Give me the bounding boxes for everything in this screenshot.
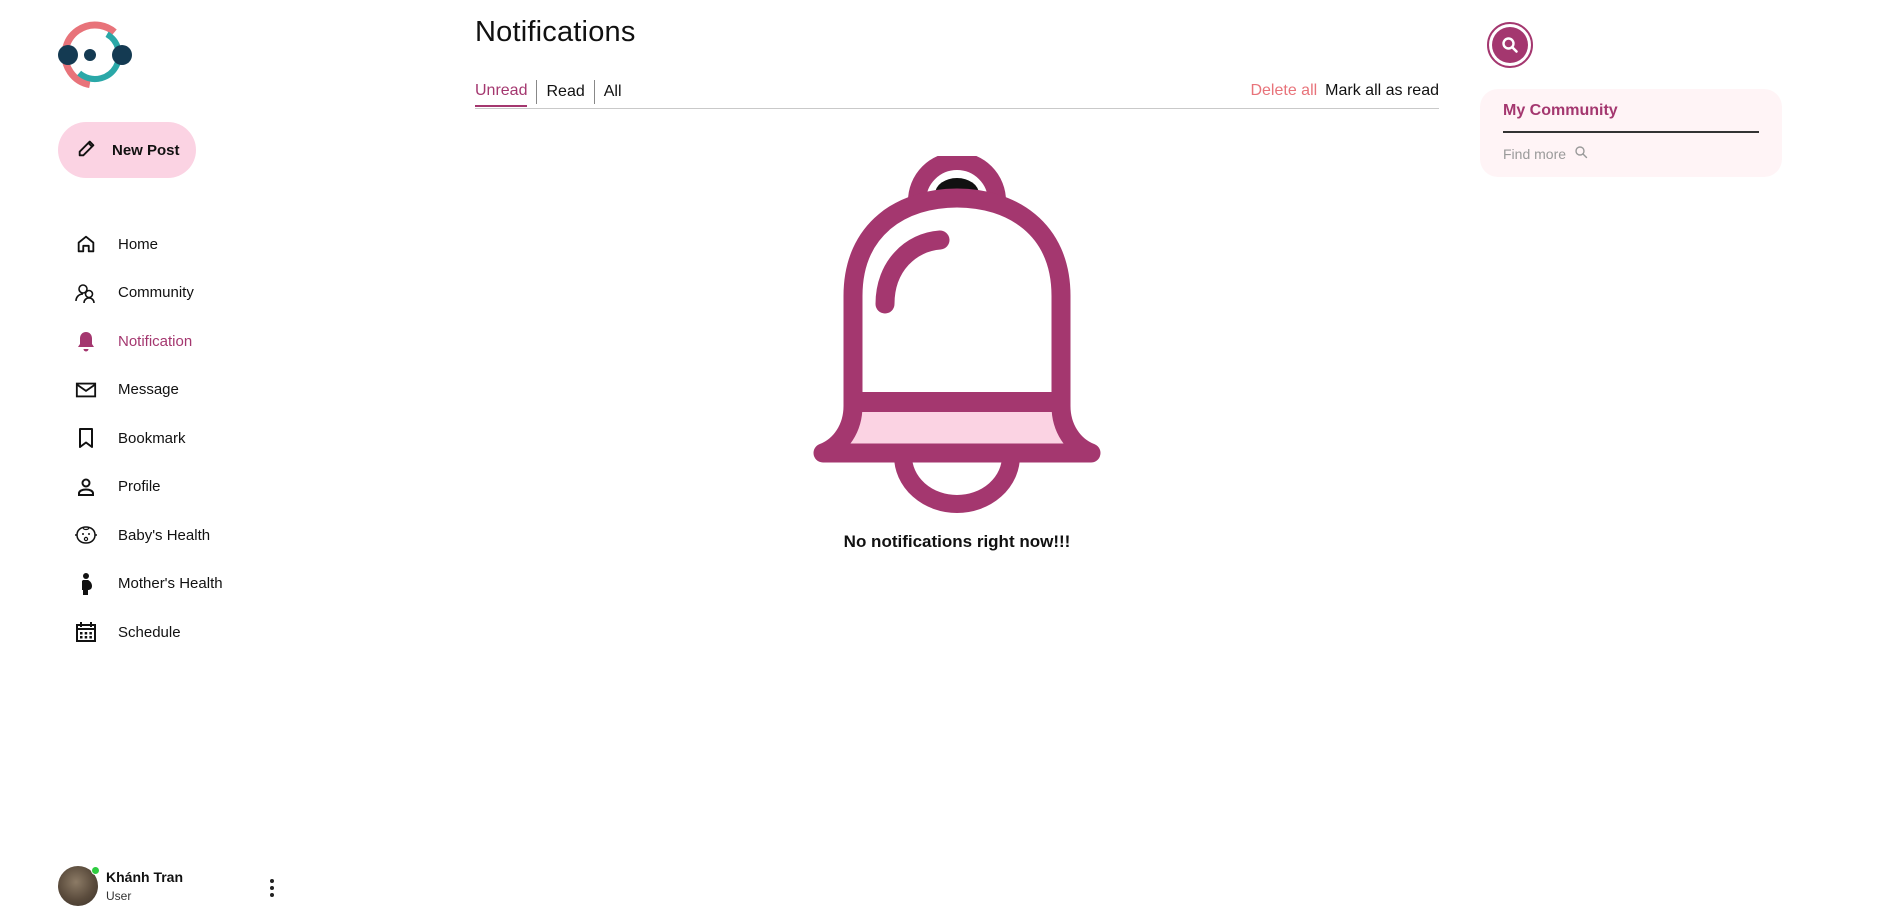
mail-icon: [72, 376, 100, 404]
new-post-button[interactable]: New Post: [58, 122, 196, 178]
find-more-link[interactable]: Find more: [1503, 145, 1588, 162]
search-icon: [1492, 27, 1528, 63]
pregnant-icon: [72, 570, 100, 598]
empty-state-message: No notifications right now!!!: [843, 532, 1071, 551]
sidebar-item-community[interactable]: Community: [72, 269, 223, 318]
page-title: Notifications: [475, 16, 636, 48]
bell-icon: [72, 327, 100, 355]
tabs-divider: [475, 108, 1439, 109]
pencil-icon: [76, 137, 98, 163]
sidebar-item-label: Schedule: [118, 623, 181, 641]
user-name: Khánh Tran: [106, 869, 184, 885]
online-status-dot: [91, 866, 100, 875]
app-logo[interactable]: [56, 20, 134, 90]
search-icon: [1574, 145, 1588, 162]
main-content: Notifications Unread Read All Delete all…: [475, 0, 1439, 919]
sidebar: New Post Home Community Notification Mes…: [0, 0, 300, 919]
sidebar-item-label: Home: [118, 235, 159, 253]
tab-divider: [593, 80, 595, 104]
more-options-icon[interactable]: [264, 876, 280, 900]
sidebar-item-label: Message: [118, 381, 179, 399]
tab-read[interactable]: Read: [546, 77, 584, 107]
delete-all-button[interactable]: Delete all: [1250, 82, 1317, 100]
find-more-label: Find more: [1503, 145, 1567, 162]
home-icon: [72, 230, 100, 258]
bookmark-icon: [72, 424, 100, 452]
mark-all-read-button[interactable]: Mark all as read: [1325, 82, 1439, 100]
tab-all[interactable]: All: [604, 77, 622, 107]
empty-bell-illustration: [795, 152, 1119, 516]
notification-actions: Delete all Mark all as read: [1250, 82, 1439, 100]
calendar-icon: [72, 618, 100, 646]
user-card[interactable]: Khánh Tran User: [58, 866, 183, 906]
sidebar-item-home[interactable]: Home: [72, 220, 223, 269]
tab-divider: [536, 80, 538, 104]
sidebar-item-label: Profile: [118, 478, 161, 496]
sidebar-item-label: Notification: [118, 332, 193, 350]
community-icon: [72, 279, 100, 307]
sidebar-item-mothers-health[interactable]: Mother's Health: [72, 560, 223, 609]
community-divider: [1503, 131, 1759, 133]
baby-icon: [72, 521, 100, 549]
search-button[interactable]: [1487, 22, 1533, 68]
sidebar-item-profile[interactable]: Profile: [72, 463, 223, 512]
sidebar-item-label: Mother's Health: [118, 575, 223, 593]
sidebar-item-label: Community: [118, 284, 194, 302]
sidebar-item-label: Bookmark: [118, 429, 186, 447]
sidebar-item-bookmark[interactable]: Bookmark: [72, 414, 223, 463]
community-title: My Community: [1503, 102, 1618, 119]
avatar[interactable]: [58, 866, 100, 906]
tab-unread[interactable]: Unread: [475, 77, 528, 107]
my-community-card: My Community Find more: [1480, 89, 1782, 177]
sidebar-item-babys-health[interactable]: Baby's Health: [72, 511, 223, 560]
sidebar-nav: Home Community Notification Message Book…: [72, 220, 223, 657]
notification-tabs: Unread Read All: [475, 76, 622, 108]
sidebar-item-notification[interactable]: Notification: [72, 317, 223, 366]
user-role: User: [106, 889, 132, 903]
person-icon: [72, 473, 100, 501]
sidebar-item-message[interactable]: Message: [72, 366, 223, 415]
sidebar-item-label: Baby's Health: [118, 526, 211, 544]
new-post-label: New Post: [112, 141, 180, 159]
sidebar-item-schedule[interactable]: Schedule: [72, 608, 223, 657]
